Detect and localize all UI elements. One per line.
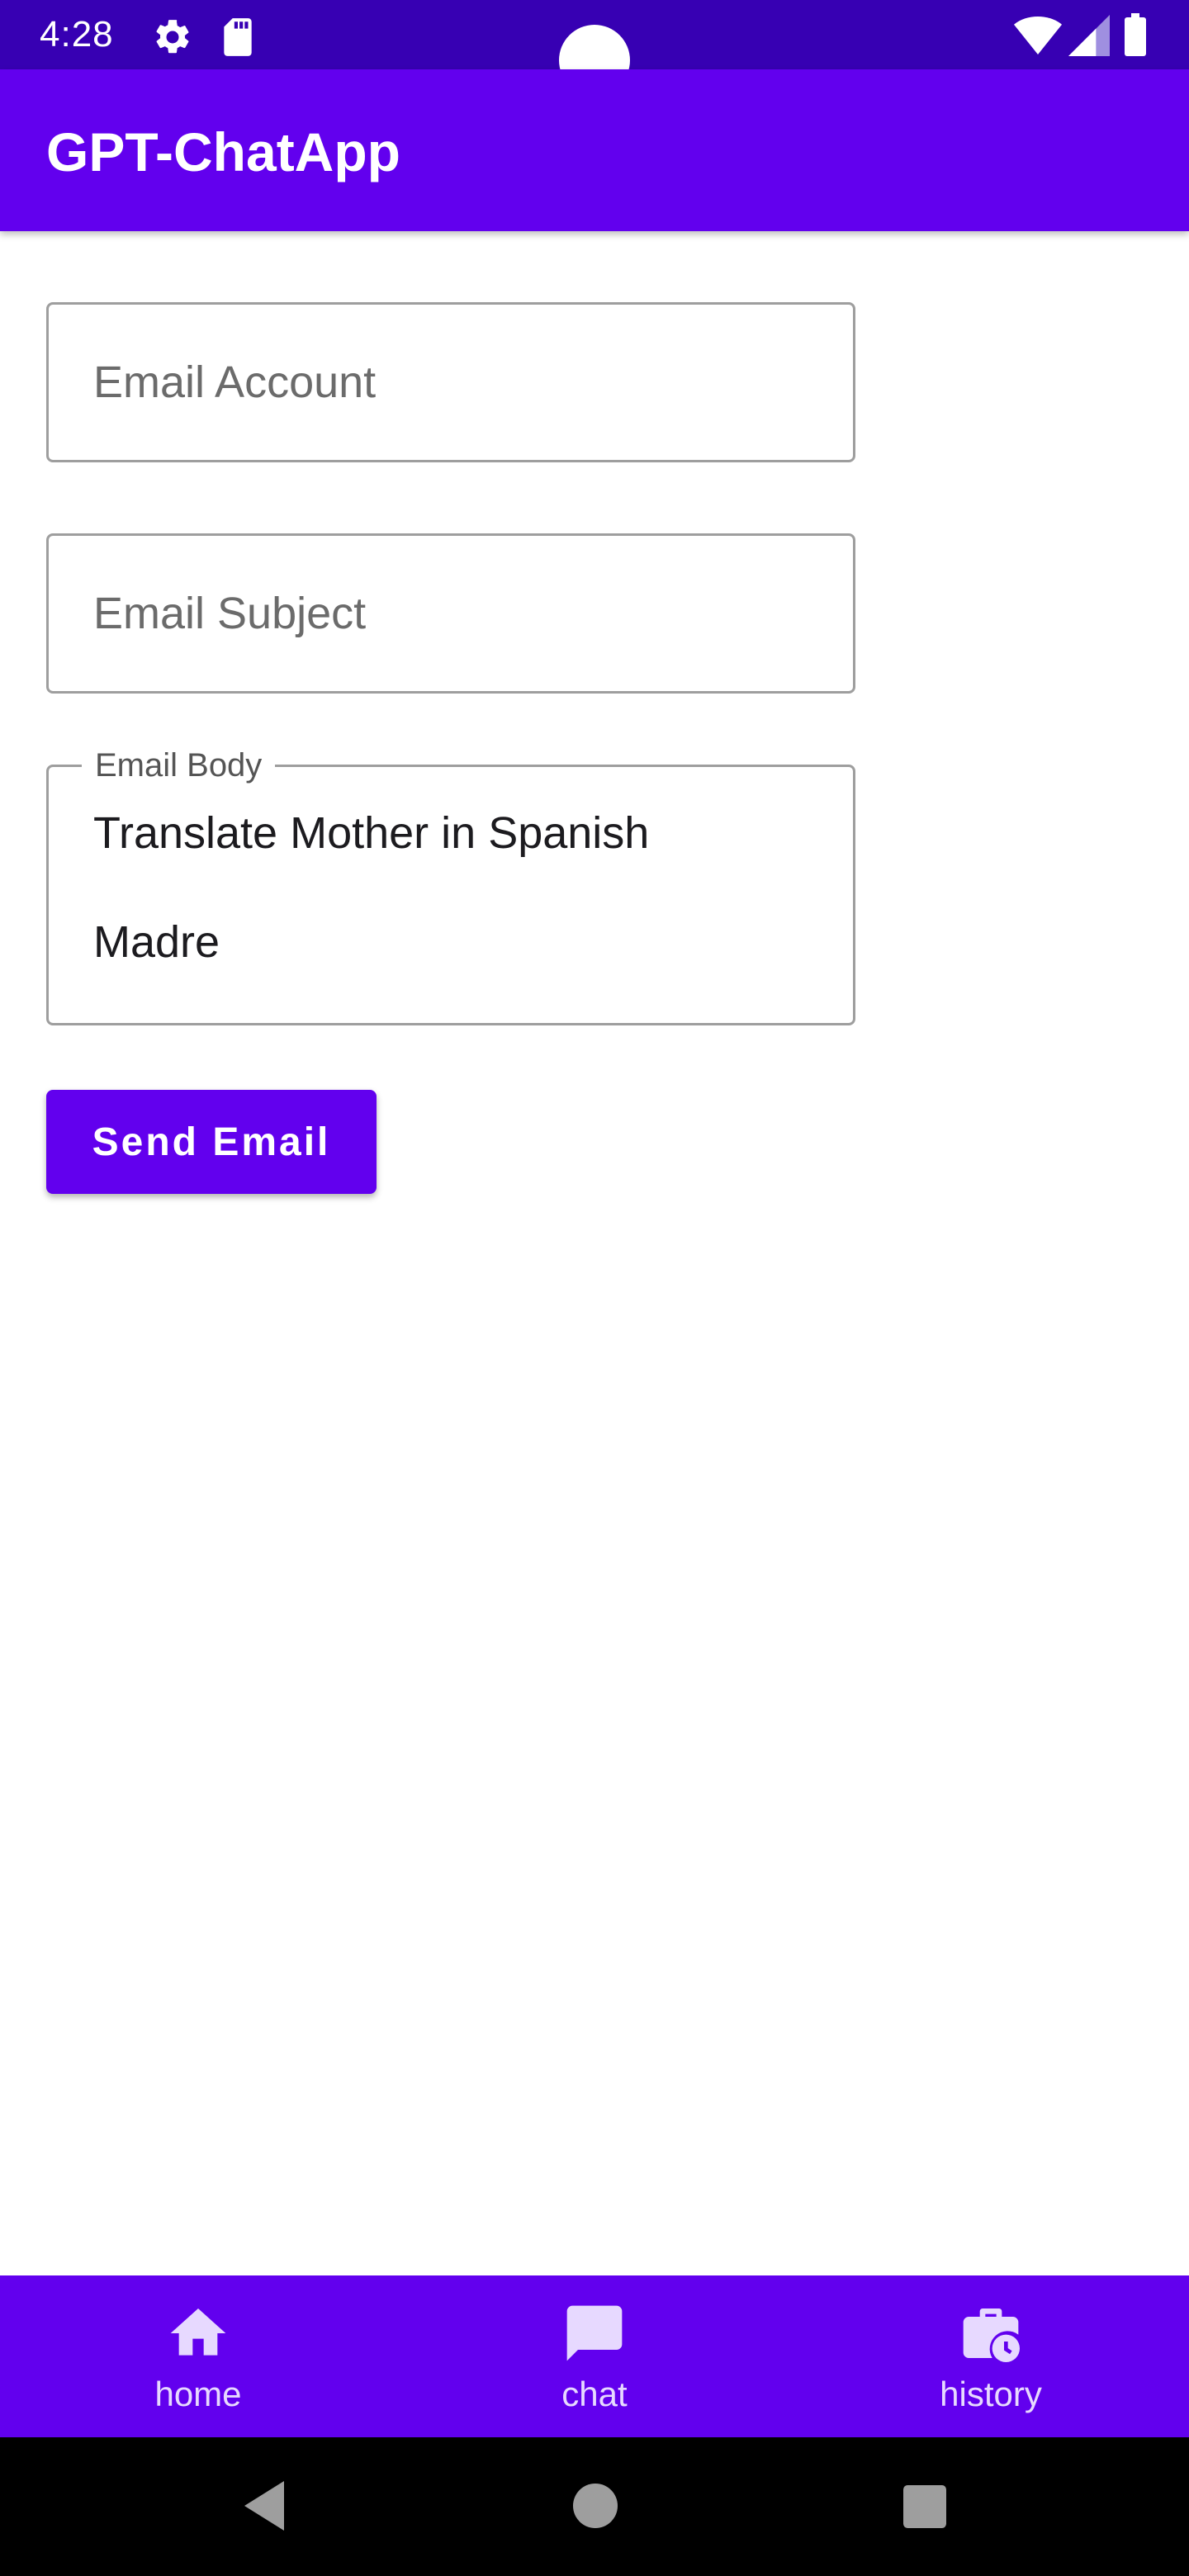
- wifi-icon: [1014, 15, 1062, 56]
- home-circle-icon[interactable]: [573, 2484, 618, 2528]
- signal-icon: [1068, 15, 1110, 56]
- nav-label-chat: chat: [561, 2375, 628, 2413]
- nav-label-home: home: [154, 2375, 242, 2413]
- nav-item-home[interactable]: home: [0, 2275, 396, 2437]
- app-bar: GPT-ChatApp: [0, 69, 1189, 231]
- app-screen: 4:28 GPT-ChatApp Email Account Email Sub…: [0, 0, 1189, 2576]
- email-body-field[interactable]: Email Body Translate Mother in Spanish M…: [46, 747, 855, 1025]
- nav-label-history: history: [940, 2375, 1042, 2413]
- system-navigation-bar: [0, 2437, 1189, 2576]
- app-title: GPT-ChatApp: [46, 121, 400, 182]
- body-line: Translate Mother in Spanish: [93, 808, 650, 858]
- status-bar: 4:28: [0, 0, 1189, 96]
- status-time: 4:28: [40, 14, 114, 54]
- email-body-text[interactable]: Translate Mother in Spanish Madre: [93, 808, 820, 997]
- history-icon: [958, 2300, 1024, 2366]
- gear-icon: [152, 17, 193, 58]
- bottom-navigation: home chat history: [0, 2275, 1189, 2437]
- home-icon: [165, 2300, 231, 2366]
- nav-item-chat[interactable]: chat: [396, 2275, 793, 2437]
- battery-icon: [1125, 13, 1146, 56]
- send-email-button[interactable]: Send Email: [46, 1090, 377, 1194]
- back-icon[interactable]: [239, 2479, 289, 2533]
- email-account-field[interactable]: [46, 302, 855, 462]
- nav-item-history[interactable]: history: [793, 2275, 1189, 2437]
- email-account-input[interactable]: [49, 305, 853, 460]
- body-line: Madre: [93, 917, 220, 967]
- recents-icon[interactable]: [903, 2485, 946, 2528]
- email-subject-field[interactable]: [46, 533, 855, 694]
- chat-icon: [561, 2300, 628, 2366]
- sd-card-icon: [220, 17, 256, 58]
- email-subject-input[interactable]: [49, 536, 853, 691]
